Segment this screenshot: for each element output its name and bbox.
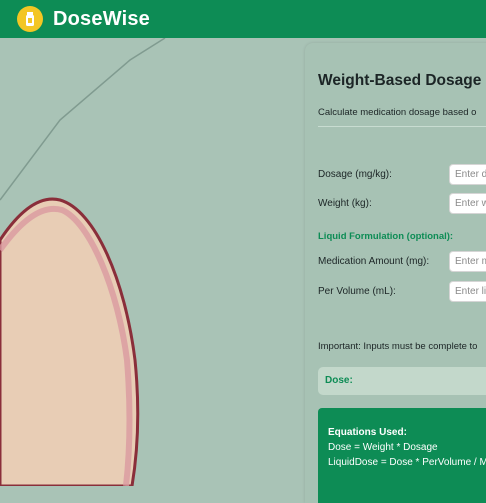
dose-result-label: Dose: [325,375,353,386]
dose-result-box: Dose: [318,367,486,395]
calculator-subtitle: Calculate medication dosage based o [318,107,477,118]
per-volume-input[interactable] [449,281,486,302]
equations-title: Equations Used: [328,427,407,438]
calculator-title: Weight-Based Dosage C [318,72,486,89]
dosage-input[interactable] [449,164,486,185]
dosage-calculator-card: Weight-Based Dosage C Calculate medicati… [305,43,486,503]
medicine-bottle-icon [17,6,43,32]
liquid-formulation-label: Liquid Formulation (optional): [318,231,454,242]
equation-line: Dose = Weight * Dosage [328,442,438,453]
app-header: DoseWise [0,0,486,38]
dosage-label: Dosage (mg/kg): [318,169,392,180]
per-volume-label: Per Volume (mL): [318,286,396,297]
weight-input[interactable] [449,193,486,214]
medication-amount-input[interactable] [449,251,486,272]
divider [318,126,486,127]
equations-box: Equations Used: Dose = Weight * Dosage L… [318,408,486,503]
equation-line: LiquidDose = Dose * PerVolume / M [328,457,486,468]
app-name[interactable]: DoseWise [53,8,150,31]
important-note: Important: Inputs must be complete to [318,341,478,352]
medication-amount-label: Medication Amount (mg): [318,256,430,267]
weight-label: Weight (kg): [318,198,372,209]
